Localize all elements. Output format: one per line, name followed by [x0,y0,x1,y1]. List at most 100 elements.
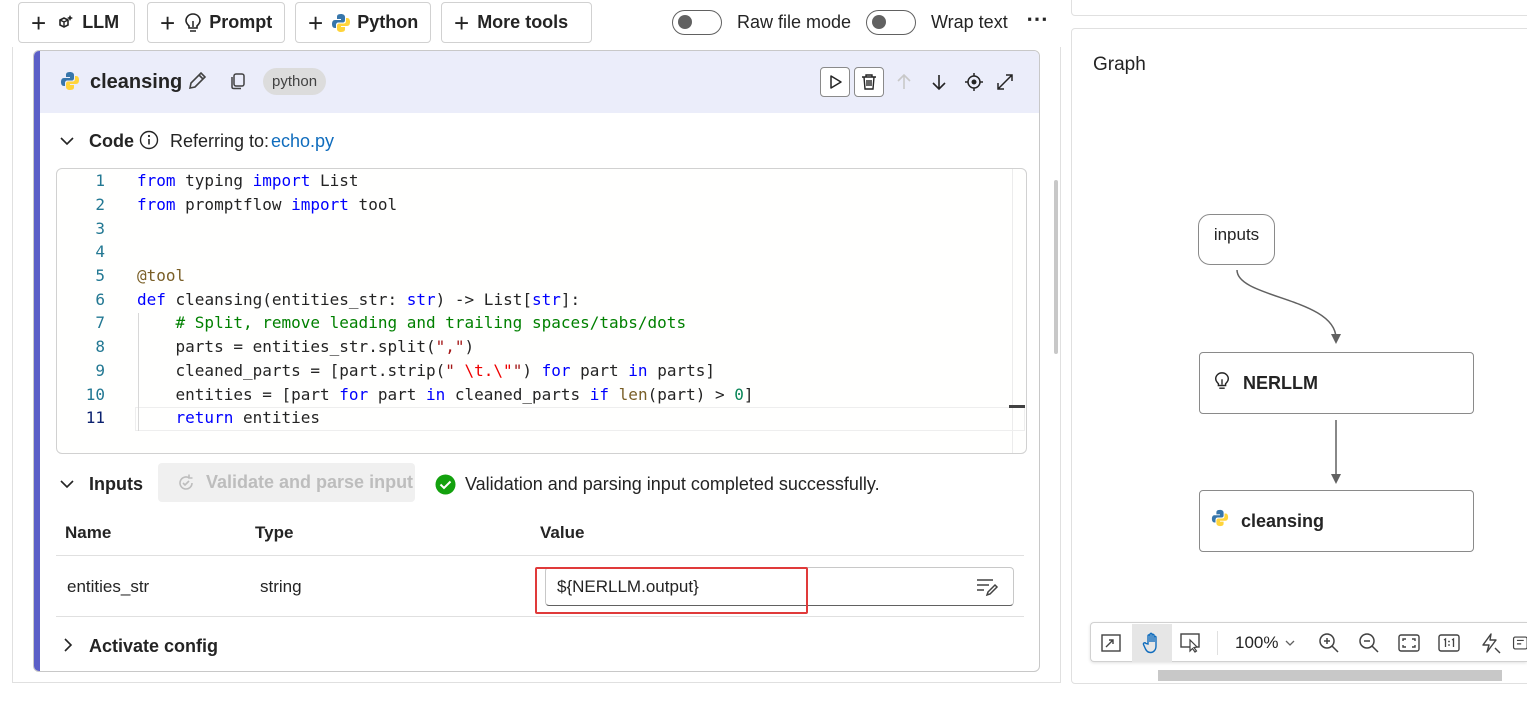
lightbulb-icon [1213,371,1231,391]
node-title: cleansing [90,71,183,93]
python-icon [60,71,80,96]
add-llm-label: LLM [82,12,120,32]
move-down-button[interactable] [924,67,954,97]
graph-title: Graph [1093,54,1146,75]
graph-hscrollbar[interactable] [1158,670,1502,681]
panel-icon [1512,636,1527,650]
line-number: 4 [95,242,105,261]
graph-node-label: cleansing [1241,510,1325,531]
run-icon [830,75,842,89]
code-line: return entities [175,408,321,427]
zoom-out-button[interactable] [1351,625,1387,661]
python-icon [1211,509,1229,527]
actual-size-button[interactable] [1431,625,1467,661]
column-header-value: Value [540,523,585,542]
expand-button[interactable] [990,67,1020,97]
line-number: 1 [95,171,105,190]
info-icon[interactable] [139,130,159,155]
success-check-icon [435,474,456,500]
arrow-down-icon [932,75,946,91]
code-line: from typing import List [137,171,359,190]
python-icon [331,13,351,33]
cursor-marker [1009,405,1025,408]
zoom-value: 100% [1235,633,1279,652]
more-tools-label: More tools [477,12,569,32]
code-line: # Split, remove leading and trailing spa… [175,313,687,332]
right-top-card [1071,0,1527,16]
run-button[interactable] [820,67,850,97]
lightbulb-icon [183,12,203,34]
actual-size-icon [1438,634,1460,652]
plus-icon: + [31,7,47,38]
graph-edge [1236,269,1341,344]
input-type-cell: string [260,577,302,596]
code-line: @tool [137,266,186,285]
raw-file-mode-toggle[interactable] [672,10,722,35]
code-line: parts = entities_str.split(",") [137,337,475,356]
chevron-right-icon[interactable] [60,637,76,653]
line-number: 2 [95,195,105,214]
move-up-button[interactable] [889,67,919,97]
select-tool-button[interactable] [1173,625,1209,661]
chevron-down-icon [1286,640,1295,646]
line-number: 6 [95,290,105,309]
resize-icon [1101,634,1121,652]
validation-status-text: Validation and parsing input completed s… [465,474,880,494]
delete-icon [862,74,876,90]
line-number: 7 [95,313,105,332]
fit-view-button[interactable] [1093,625,1129,661]
copy-icon[interactable] [229,72,247,95]
raw-file-mode-label: Raw file mode [737,12,852,32]
refresh-icon [176,473,196,493]
line-number: 5 [95,266,105,285]
pan-tool-button[interactable] [1132,624,1172,662]
add-prompt-label: Prompt [209,12,273,32]
editor-scrollbar[interactable] [1054,180,1058,354]
code-line: entities = [part for part in cleaned_par… [137,385,754,404]
referring-file-link[interactable]: echo.py [271,131,334,152]
code-editor[interactable]: 1 2 3 4 5 6 7 8 9 10 11 from typing impo… [56,168,1027,454]
top-toolbar: + LLM + Prompt + Python + More tools Raw… [0,0,1060,46]
code-section-title: Code [89,131,134,151]
zoom-dropdown[interactable]: 100% [1235,633,1296,653]
delete-button[interactable] [854,67,884,97]
zoom-out-icon [1359,633,1379,653]
add-python-button[interactable]: + Python [295,2,431,43]
arrow-up-icon [897,73,911,89]
graph-node-label: NERLLM [1243,372,1318,393]
fit-screen-button[interactable] [1391,625,1427,661]
graph-node-inputs[interactable]: inputs [1198,214,1275,265]
code-line: cleaned_parts = [part.strip(" \t.\"") fo… [137,361,715,380]
ellipsis-icon[interactable]: ⋯ [1026,6,1049,32]
text-edit-icon[interactable] [975,577,999,597]
graph-node-cleansing[interactable]: cleansing [1199,490,1474,552]
add-python-label: Python [357,12,419,32]
column-header-name: Name [65,523,112,542]
expand-icon [997,74,1013,90]
validate-parse-button[interactable]: Validate and parse input [158,463,415,502]
inputs-section-title: Inputs [89,474,143,494]
line-number: 3 [95,219,105,238]
more-graph-tools-button[interactable] [1511,625,1527,661]
edit-name-icon[interactable] [186,70,208,97]
add-prompt-button[interactable]: + Prompt [147,2,285,43]
line-number: 9 [95,361,105,380]
wrap-text-toggle[interactable] [866,10,916,35]
activate-config-title[interactable]: Activate config [89,636,218,657]
hand-icon [1142,632,1157,654]
graph-node-label: inputs [1213,224,1260,244]
table-divider [56,555,1024,556]
auto-layout-button[interactable] [1472,625,1508,661]
wrap-text-label: Wrap text [931,12,1008,32]
table-divider [56,616,1024,617]
pointer-icon [1180,633,1200,653]
add-llm-button[interactable]: + LLM [18,2,135,43]
locate-button[interactable] [959,67,989,97]
highlight-box [535,567,808,614]
chevron-down-icon[interactable] [59,133,75,149]
more-tools-button[interactable]: + More tools [441,2,592,43]
code-line: def cleansing(entities_str: str) -> List… [137,290,581,309]
chevron-down-icon[interactable] [59,476,75,492]
graph-node-nerllm[interactable]: NERLLM [1199,352,1474,414]
zoom-in-button[interactable] [1311,625,1347,661]
